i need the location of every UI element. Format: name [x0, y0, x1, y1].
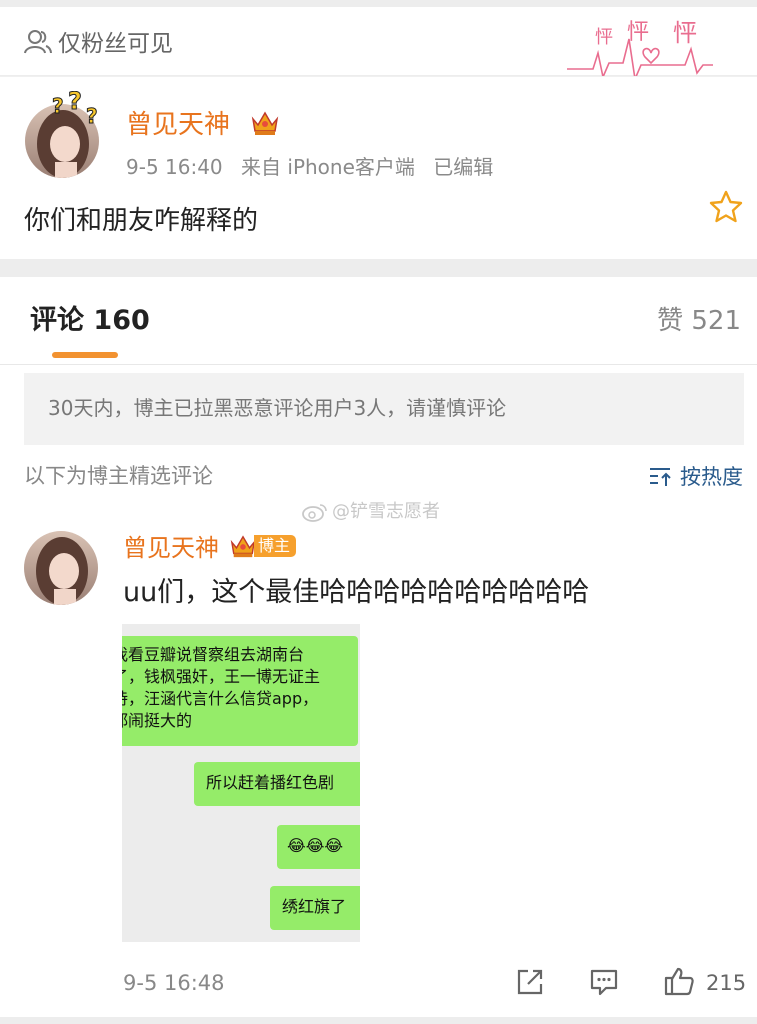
sort-button[interactable]: 按热度: [648, 462, 743, 490]
post-text: 你们和朋友咋解释的: [24, 206, 259, 236]
post-time: 9-5 16:40: [126, 155, 223, 179]
crown-icon: [230, 535, 256, 558]
comment-icon[interactable]: [589, 967, 619, 997]
comments-section: 评论 160 赞 521 30天内，博主已拉黑恶意评论用户3人，请谨慎评论 以下…: [0, 277, 757, 1017]
visibility-label: 仅粉丝可见: [58, 31, 173, 57]
author-badge: 博主: [229, 532, 297, 560]
sort-icon: [650, 468, 671, 486]
svg-text:怦: 怦: [627, 20, 649, 45]
tab-likes[interactable]: 赞 521: [657, 305, 741, 337]
svg-text:?: ?: [68, 91, 82, 115]
sort-label: 按热度: [680, 465, 743, 489]
watermark: @铲雪志愿者: [302, 501, 440, 523]
chat-bubble: 所以赶着播红色剧: [194, 762, 360, 806]
comment-image[interactable]: 我看豆瓣说督察组去湖南台 了，钱枫强奸，王一博无证主 持，汪涵代言什么信贷app…: [122, 624, 360, 942]
star-icon[interactable]: [708, 189, 744, 225]
share-icon[interactable]: [515, 967, 545, 997]
watermark-text: @铲雪志愿者: [332, 501, 440, 522]
question-marks-icon: ? ? ?: [52, 91, 98, 129]
post-meta: 9-5 16:40 来自 iPhone客户端 已编辑: [126, 155, 505, 179]
post-source: 来自 iPhone客户端: [241, 155, 415, 179]
tab-comments[interactable]: 评论 160: [30, 305, 150, 337]
svg-text:?: ?: [52, 94, 64, 118]
divider: [0, 364, 757, 365]
post-author-name[interactable]: 曾见天神: [126, 110, 230, 140]
thumbs-up-icon[interactable]: [663, 965, 695, 997]
tab-likes-count: 521: [691, 306, 741, 336]
visibility-bar: 仅粉丝可见 怦 怦 怦: [0, 7, 757, 82]
notice-text: 30天内，博主已拉黑恶意评论用户3人，请谨慎评论: [48, 396, 507, 420]
block-notice: 30天内，博主已拉黑恶意评论用户3人，请谨慎评论: [24, 373, 744, 445]
chat-bubble: 绣红旗了: [270, 886, 360, 930]
users-icon: [24, 30, 52, 54]
commenter-avatar[interactable]: [24, 531, 98, 605]
comment-text: uu们，这个最佳哈哈哈哈哈哈哈哈哈哈: [123, 577, 590, 608]
author-badge-label: 博主: [254, 535, 297, 557]
tab-comments-label: 评论: [30, 305, 84, 336]
chat-bubble: 😂😂😂: [277, 825, 360, 869]
comment-time: 9-5 16:48: [123, 971, 225, 995]
tab-active-indicator: [52, 352, 118, 358]
svg-text:?: ?: [86, 104, 98, 128]
crown-icon: [251, 111, 279, 135]
commenter-name[interactable]: 曾见天神: [123, 534, 219, 562]
comment-like-count: 215: [706, 971, 747, 995]
svg-text:怦: 怦: [673, 19, 697, 47]
chat-bubble: 我看豆瓣说督察组去湖南台 了，钱枫强奸，王一博无证主 持，汪涵代言什么信贷app…: [122, 636, 358, 746]
post-edited[interactable]: 已编辑: [433, 155, 493, 179]
tab-comments-count: 160: [93, 305, 150, 336]
svg-text:怦: 怦: [595, 27, 613, 48]
tab-likes-label: 赞: [657, 306, 684, 336]
post-card: ? ? ? 曾见天神 9-5 16:40 来自 iPhone客户端 已编辑 你们…: [0, 76, 757, 259]
selected-comments-label: 以下为博主精选评论: [24, 464, 213, 488]
weibo-logo-icon: [302, 504, 327, 522]
